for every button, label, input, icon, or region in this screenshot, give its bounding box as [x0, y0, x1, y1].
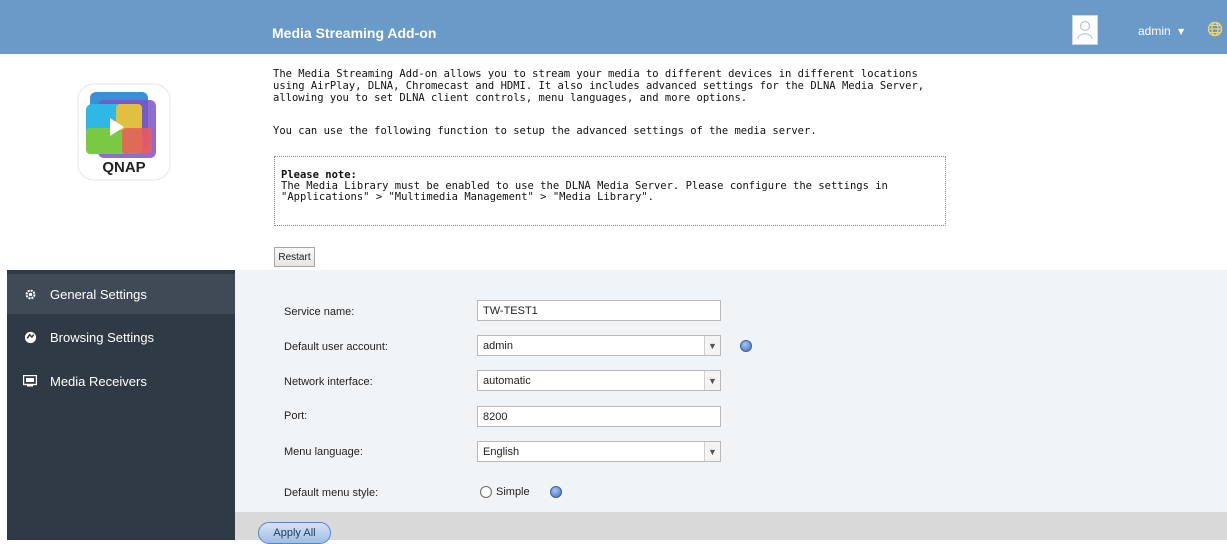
user-icon [1077, 20, 1093, 40]
menu-style-label: Default menu style: [284, 487, 379, 499]
chevron-down-icon[interactable]: ▼ [704, 371, 720, 390]
info-icon[interactable] [550, 486, 562, 498]
receiver-icon [23, 374, 37, 388]
network-interface-label: Network interface: [284, 376, 373, 388]
sidebar-item-label: General Settings [50, 286, 147, 302]
app-logo: QNAP [76, 82, 172, 182]
default-user-select[interactable]: admin ▼ [477, 335, 721, 356]
simple-radio-label: Simple [496, 486, 530, 498]
network-interface-select[interactable]: automatic ▼ [477, 370, 721, 391]
user-menu[interactable]: admin [1138, 24, 1171, 38]
default-user-label: Default user account: [284, 341, 388, 353]
gear-icon [23, 287, 37, 301]
intro-paragraph: The Media Streaming Add-on allows you to… [273, 68, 925, 104]
chevron-down-icon[interactable]: ▼ [704, 336, 720, 355]
sidebar-item-label: Media Receivers [50, 373, 147, 389]
intro-paragraph-2: You can use the following function to se… [273, 125, 817, 137]
info-icon[interactable] [740, 340, 752, 352]
service-name-label: Service name: [284, 306, 355, 318]
default-user-value: admin [483, 340, 513, 352]
apply-all-button[interactable]: Apply All [258, 522, 331, 544]
menu-language-value: English [483, 446, 520, 458]
sidebar-item-general-settings[interactable]: General Settings [7, 274, 235, 314]
restart-button[interactable]: Restart [274, 247, 315, 267]
sidebar-item-browsing-settings[interactable]: Browsing Settings [7, 317, 235, 357]
network-interface-value: automatic [483, 375, 531, 387]
menu-language-select[interactable]: English ▼ [477, 441, 721, 462]
note-box: Please note: The Media Library must be e… [274, 156, 946, 226]
port-input[interactable]: 8200 [477, 406, 721, 427]
sidebar: General Settings Browsing Settings Media… [7, 270, 235, 540]
chevron-down-icon[interactable]: ▼ [1178, 27, 1184, 36]
sidebar-item-media-receivers[interactable]: Media Receivers [7, 361, 235, 401]
menu-language-label: Menu language: [284, 446, 363, 458]
service-name-input[interactable]: TW-TEST1 [477, 300, 721, 321]
note-body: The Media Library must be enabled to use… [281, 180, 888, 203]
logo-text: QNAP [102, 159, 145, 176]
globe-icon[interactable] [1207, 21, 1223, 37]
top-bar: Media Streaming Add-on admin ▼ [0, 0, 1227, 54]
avatar[interactable] [1072, 15, 1098, 45]
chevron-down-icon[interactable]: ▼ [704, 442, 720, 461]
page-title: Media Streaming Add-on [272, 25, 437, 41]
sidebar-item-label: Browsing Settings [50, 329, 155, 345]
browse-icon [23, 330, 37, 344]
simple-radio[interactable] [480, 486, 492, 498]
footer-bar [235, 512, 1227, 540]
settings-panel [235, 270, 1227, 540]
port-label: Port: [284, 410, 308, 422]
